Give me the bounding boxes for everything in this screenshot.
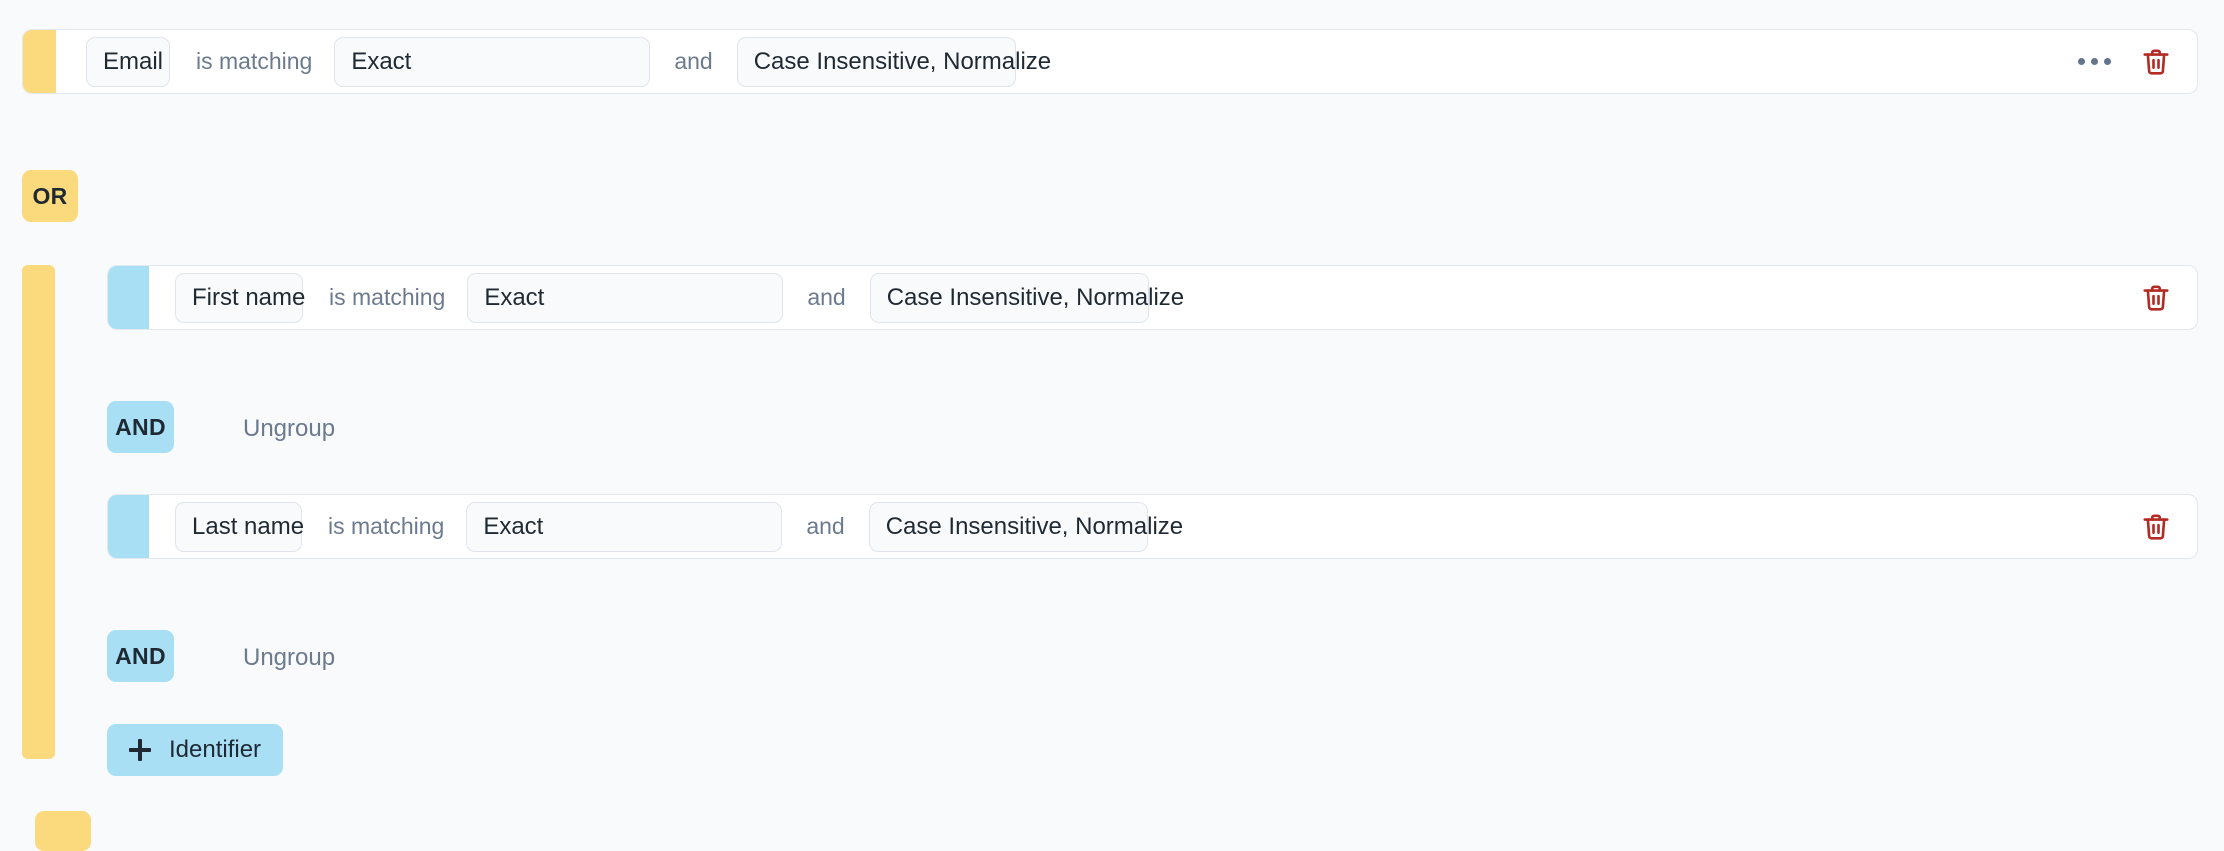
- rule-row-email-body: Email is matching Exact and Case Insensi…: [56, 30, 2197, 93]
- rule-row-last-name-body: Last name is matching Exact and Case Ins…: [149, 495, 2197, 558]
- field-select-email[interactable]: Email: [86, 36, 170, 87]
- group-operator-or[interactable]: OR: [22, 170, 78, 222]
- rule-row-first-name-body: First name is matching Exact and Case In…: [149, 266, 2197, 329]
- rule-row-last-name-actions: [2141, 495, 2197, 558]
- rule-accent-bar-blue: [108, 495, 149, 558]
- conjunction-label-email: and: [674, 48, 713, 74]
- add-identifier-label: Identifier: [169, 736, 262, 763]
- rule-row-email[interactable]: Email is matching Exact and Case Insensi…: [22, 29, 2198, 94]
- rule-builder-canvas: Email is matching Exact and Case Insensi…: [0, 0, 2224, 851]
- ungroup-link-2[interactable]: Ungroup: [243, 644, 335, 672]
- operator-label-last-name: is matching: [328, 513, 445, 539]
- rule-row-email-actions: [2072, 30, 2197, 93]
- operator-label-email: is matching: [196, 48, 313, 74]
- transform-select-first-name[interactable]: Case Insensitive, Normalize: [869, 272, 1184, 323]
- trash-icon[interactable]: [2141, 47, 2171, 77]
- operator-label-first-name: is matching: [329, 284, 446, 310]
- trash-icon[interactable]: [2141, 283, 2171, 313]
- group-operator-and-2[interactable]: AND: [107, 630, 174, 682]
- trash-icon[interactable]: [2141, 512, 2171, 542]
- field-select-last-name[interactable]: Last name: [175, 501, 304, 552]
- rule-row-first-name-actions: [2141, 266, 2197, 329]
- transform-select-last-name[interactable]: Case Insensitive, Normalize: [868, 501, 1183, 552]
- rule-accent-bar-blue: [108, 266, 149, 329]
- transform-select-email[interactable]: Case Insensitive, Normalize: [736, 36, 1051, 87]
- ellipsis-icon[interactable]: [2072, 50, 2117, 73]
- ungroup-link-1[interactable]: Ungroup: [243, 415, 335, 443]
- rule-row-last-name[interactable]: Last name is matching Exact and Case Ins…: [107, 494, 2198, 559]
- field-select-first-name[interactable]: First name: [175, 272, 305, 323]
- add-identifier-button[interactable]: Identifier: [107, 724, 284, 776]
- conjunction-label-first-name: and: [807, 284, 846, 310]
- rule-row-first-name[interactable]: First name is matching Exact and Case In…: [107, 265, 2198, 330]
- conjunction-label-last-name: and: [806, 513, 845, 539]
- group-operator-and-1[interactable]: AND: [107, 401, 174, 453]
- match-type-select-email[interactable]: Exact: [334, 36, 651, 87]
- match-type-select-first-name[interactable]: Exact: [467, 272, 784, 323]
- next-operator-badge-clipped[interactable]: [35, 811, 91, 851]
- plus-icon: [129, 739, 151, 761]
- rule-accent-bar-yellow: [23, 30, 56, 93]
- group-rail-yellow: [22, 265, 55, 759]
- match-type-select-last-name[interactable]: Exact: [466, 501, 783, 552]
